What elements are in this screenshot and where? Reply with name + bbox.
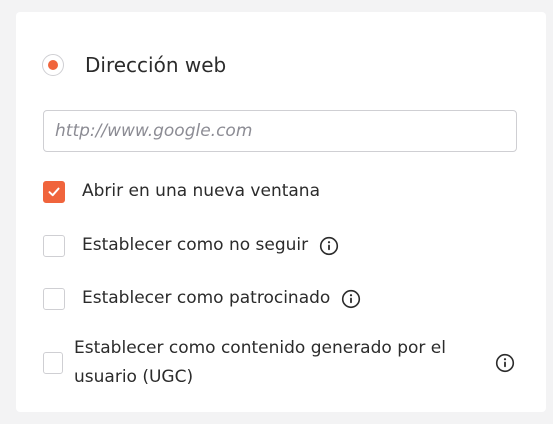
- ugc-option[interactable]: Establecer como contenido generado por e…: [43, 334, 515, 392]
- sponsored-option[interactable]: Establecer como patrocinado: [43, 284, 362, 313]
- info-icon[interactable]: [494, 352, 516, 374]
- info-icon[interactable]: [340, 288, 362, 310]
- nofollow-option[interactable]: Establecer como no seguir: [43, 231, 340, 260]
- checkmark-icon: [48, 187, 60, 196]
- nofollow-label: Establecer como no seguir: [82, 235, 309, 255]
- open-new-window-label: Abrir en una nueva ventana: [82, 181, 320, 201]
- radio-selected-dot: [48, 60, 58, 70]
- ugc-checkbox[interactable]: [43, 352, 63, 374]
- url-input[interactable]: [43, 110, 517, 152]
- open-new-window-option[interactable]: Abrir en una nueva ventana: [43, 177, 320, 206]
- sponsored-label: Establecer como patrocinado: [82, 288, 331, 308]
- web-address-label: Dirección web: [85, 53, 227, 77]
- open-new-window-checkbox[interactable]: [43, 180, 65, 203]
- link-settings-panel: Dirección web Abrir en una nueva ventana…: [16, 12, 546, 412]
- nofollow-checkbox[interactable]: [43, 234, 65, 257]
- ugc-label: Establecer como contenido generado por e…: [74, 338, 446, 387]
- info-icon[interactable]: [318, 235, 340, 257]
- web-address-radio[interactable]: [42, 54, 64, 76]
- web-address-option[interactable]: Dirección web: [42, 50, 226, 80]
- sponsored-checkbox[interactable]: [43, 287, 65, 310]
